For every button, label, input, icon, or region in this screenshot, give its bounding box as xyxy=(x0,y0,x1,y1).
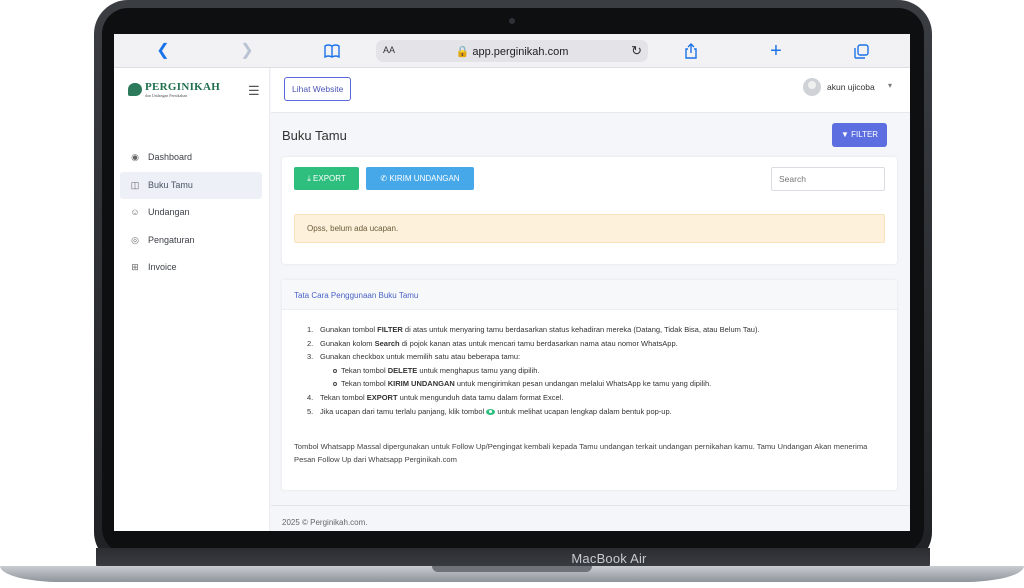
sidebar-item-label: Invoice xyxy=(148,262,177,272)
step-keyword: EXPORT xyxy=(366,392,398,402)
back-icon[interactable]: ❮ xyxy=(152,40,174,62)
bookmarks-icon[interactable] xyxy=(321,40,343,62)
step-text: Tekan tombol xyxy=(341,365,388,375)
sidebar: PERGINIKAH dan Undangan Pernikahan ☰ ◉ D… xyxy=(114,68,270,531)
whatsapp-icon: ✆ xyxy=(380,174,388,183)
step-text: di atas untuk menyaring tamu berdasarkan… xyxy=(402,325,760,334)
cart-icon: ⊞ xyxy=(131,262,139,272)
export-label: EXPORT xyxy=(313,174,346,183)
search-input[interactable] xyxy=(771,167,885,191)
footer-copyright: 2025 © Perginikah.com. xyxy=(282,518,368,527)
book-icon: ◫ xyxy=(130,179,140,190)
step-text: Gunakan kolom xyxy=(320,338,375,348)
brand-logo[interactable]: PERGINIKAH dan Undangan Pernikahan xyxy=(128,81,220,99)
sidebar-item-dashboard[interactable]: ◉ Dashboard xyxy=(120,144,262,171)
list-item: Tekan tombol DELETE untuk menghapus tamu… xyxy=(307,364,887,378)
step-keyword: FILTER xyxy=(377,325,403,334)
step-text: untuk mengunduh data tamu dalam format E… xyxy=(397,392,564,402)
share-icon[interactable] xyxy=(680,40,702,62)
browser-toolbar: ❮ ❯ AA 🔒 app.perginikah.com ↻ + xyxy=(114,34,910,68)
sidebar-item-label: Undangan xyxy=(148,207,190,217)
step-text: Tekan tombol xyxy=(341,379,388,389)
heart-logo-icon xyxy=(128,83,142,96)
menu-toggle-icon[interactable]: ☰ xyxy=(248,83,260,99)
empty-state-alert: Opss, belum ada ucapan. xyxy=(294,214,885,243)
bullet-icon xyxy=(333,382,337,387)
sidebar-item-pengaturan[interactable]: ◎ Pengaturan xyxy=(120,227,262,254)
url-host: app.perginikah.com xyxy=(472,46,569,58)
step-text: Jika ucapan dari tamu terlalu panjang, k… xyxy=(320,406,487,416)
camera-icon xyxy=(509,18,515,24)
step-text: untuk melihat ucapan lengkap dalam bentu… xyxy=(495,406,672,416)
step-keyword: KIRIM UNDANGAN xyxy=(387,379,455,389)
chevron-down-icon[interactable]: ▾ xyxy=(888,81,892,90)
divider xyxy=(271,505,910,506)
sidebar-item-label: Pengaturan xyxy=(148,234,195,245)
new-tab-icon[interactable]: + xyxy=(765,40,787,62)
guestbook-card: ⤓ EXPORT ✆ KIRIM UNDANGAN Opss, belum ad… xyxy=(282,157,897,264)
list-item: 4. Tekan tombol EXPORT untuk mengunduh da… xyxy=(307,392,564,402)
page-title: Buku Tamu xyxy=(282,128,347,143)
address-bar[interactable]: AA 🔒 app.perginikah.com ↻ xyxy=(376,40,648,62)
list-item: 2. Gunakan kolom Search di pojok kanan at… xyxy=(307,338,678,348)
step-text: Gunakan tombol xyxy=(320,325,378,334)
download-icon: ⤓ xyxy=(307,174,311,183)
eye-icon xyxy=(486,408,496,415)
gear-icon: ◎ xyxy=(131,234,139,245)
sidebar-item-label: Dashboard xyxy=(148,152,193,162)
card-icon: ☺ xyxy=(130,207,140,217)
list-item: Tekan tombol KIRIM UNDANGAN untuk mengir… xyxy=(307,377,887,391)
list-item: 5. Jika ucapan dari tamu terlalu panjang,… xyxy=(307,406,672,416)
send-invitation-button[interactable]: ✆ KIRIM UNDANGAN xyxy=(366,167,474,190)
usage-guide-card: Tata Cara Penggunaan Buku Tamu 1. Gunakan… xyxy=(282,280,897,490)
sidebar-nav: ◉ Dashboard ◫ Buku Tamu ☺ Undangan ◎ Pen… xyxy=(120,144,262,282)
card-header: Tata Cara Penggunaan Buku Tamu xyxy=(282,280,897,310)
bullet-icon xyxy=(333,368,337,373)
filter-icon: ▼ xyxy=(840,130,849,139)
laptop-base: MacBook Air xyxy=(0,548,1024,588)
guide-steps: 1. Gunakan tombol FILTER di atas untuk me… xyxy=(307,323,887,418)
tabs-overview-icon[interactable] xyxy=(850,40,872,62)
step-keyword: Search xyxy=(374,338,400,348)
step-text: Tekan tombol xyxy=(320,392,367,402)
avatar[interactable] xyxy=(803,78,821,96)
sidebar-item-label: Buku Tamu xyxy=(148,179,193,190)
step-text: untuk menghapus tamu yang dipilih. xyxy=(417,365,540,375)
whatsapp-note: Tombol Whatsapp Massal dipergunakan untu… xyxy=(294,442,868,464)
send-invitation-label: KIRIM UNDANGAN xyxy=(389,174,460,183)
sidebar-item-invoice[interactable]: ⊞ Invoice xyxy=(120,254,262,281)
step-keyword: DELETE xyxy=(387,365,418,375)
sidebar-item-buku-tamu[interactable]: ◫ Buku Tamu xyxy=(120,171,262,199)
view-website-button[interactable]: Lihat Website xyxy=(284,77,352,101)
username[interactable]: akun ujicoba xyxy=(827,82,875,92)
reload-icon[interactable]: ↻ xyxy=(631,43,642,59)
card-title: Tata Cara Penggunaan Buku Tamu xyxy=(294,291,419,300)
filter-button[interactable]: ▼ FILTER xyxy=(832,123,887,147)
lid-opening-notch xyxy=(432,566,592,572)
browser-screen: ❮ ❯ AA 🔒 app.perginikah.com ↻ + PERGINIK… xyxy=(114,34,910,531)
filter-label: FILTER xyxy=(851,130,879,139)
device-model-label: MacBook Air xyxy=(571,551,647,566)
list-item: 1. Gunakan tombol FILTER di atas untuk me… xyxy=(307,325,760,334)
logo-tagline: dan Undangan Pernikahan xyxy=(145,93,188,98)
step-text: Gunakan checkbox untuk memilih satu atau… xyxy=(320,352,521,362)
sidebar-item-undangan[interactable]: ☺ Undangan xyxy=(120,199,262,226)
step-text: di pojok kanan atas untuk mencari tamu b… xyxy=(399,338,678,348)
step-text: untuk mengirimkan pesan undangan melalui… xyxy=(454,379,712,389)
export-button[interactable]: ⤓ EXPORT xyxy=(294,167,359,190)
list-item: 3. Gunakan checkbox untuk memilih satu at… xyxy=(307,352,521,362)
gauge-icon: ◉ xyxy=(131,152,139,162)
forward-icon[interactable]: ❯ xyxy=(236,40,258,62)
top-bar: Lihat Website akun ujicoba ▾ xyxy=(271,68,910,113)
url-text: 🔒 app.perginikah.com xyxy=(455,46,569,58)
logo-text: PERGINIKAH xyxy=(145,81,221,93)
